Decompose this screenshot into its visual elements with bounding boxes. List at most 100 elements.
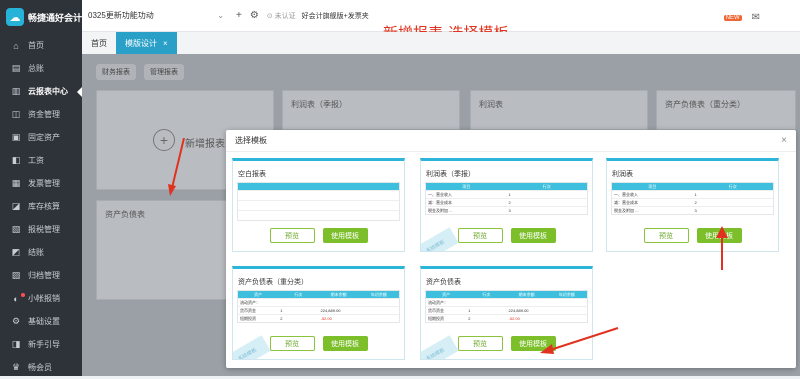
use-template-button[interactable]: 使用模板	[510, 228, 556, 243]
sidebar-item-label: 发票管理	[28, 179, 60, 188]
table-row: 税金及附加 ... 3	[426, 206, 587, 214]
add-icon[interactable]: +	[236, 10, 242, 21]
company-name: 0325更新功能功动	[88, 11, 154, 20]
sidebar-item-inventory[interactable]: ◪ 库存核算	[0, 195, 82, 218]
table-cell: 减：营业成本	[614, 199, 638, 205]
table-cell: 税金及附加 ...	[614, 207, 639, 213]
table-cell: 2	[508, 200, 511, 205]
close-icon[interactable]: ×	[781, 135, 787, 146]
table-row	[238, 200, 399, 210]
template-actions: 预览 使用模板	[421, 228, 592, 243]
sidebar-item-ledger[interactable]: ▤ 总账	[0, 57, 82, 80]
table-cell: 1	[508, 192, 511, 197]
template-title: 资产负债表	[426, 279, 461, 286]
table-header-cell: 年初余额	[558, 291, 575, 297]
template-title: 利润表（季报）	[426, 171, 475, 178]
message-icon[interactable]: ✉	[752, 12, 760, 23]
table-row	[238, 210, 399, 220]
fund-icon: ◫	[11, 109, 21, 119]
sidebar-item-expense[interactable]: ◐ 小帐报销	[0, 287, 82, 310]
table-cell: 一、营业收入	[614, 191, 638, 197]
table-cell: 224,889.00	[508, 308, 529, 313]
use-template-button[interactable]: 使用模板	[696, 228, 742, 243]
subtab-management[interactable]: 管理报表	[144, 64, 184, 80]
subtab-financial[interactable]: 财务报表	[96, 64, 136, 80]
table-header-cell: 项目	[462, 183, 471, 189]
preview-button[interactable]: 预览	[457, 228, 503, 243]
template-title: 资产负债表（重分类）	[238, 279, 308, 286]
table-header-cell: 资产	[254, 291, 263, 297]
close-icon: ◩	[11, 247, 21, 257]
sidebar-item-fund[interactable]: ◫ 资金管理	[0, 103, 82, 126]
notification-dot	[21, 293, 25, 297]
sidebar-item-guide[interactable]: ◨ 新手引导	[0, 333, 82, 356]
tab-template-design[interactable]: 模版设计 ×	[116, 32, 177, 54]
ledger-icon: ▤	[11, 63, 21, 73]
new-badge-icon[interactable]: NEW	[723, 14, 742, 21]
table-cell: 2	[280, 316, 283, 321]
table-row: 一、营业收入 1	[612, 190, 773, 198]
table-header-cell: 行次	[294, 291, 303, 297]
sidebar-item-label: 总账	[28, 64, 44, 73]
table-header-cell: 资产	[442, 291, 451, 297]
bg-card-title: 资产负债表	[105, 210, 145, 219]
report-subtabs: 财务报表 管理报表	[96, 64, 184, 80]
top-right-tools: NEW ✉	[723, 12, 760, 23]
template-card: 利润表（季报） 项目 行次 一、营业收入 1 减：营业成本 2 税金及附加 ... 3 系统模板 …	[420, 158, 593, 252]
table-cell: 流动资产：	[240, 299, 260, 305]
use-template-button[interactable]: 使用模板	[322, 336, 368, 351]
sidebar-item-invoice[interactable]: ▦ 发票管理	[0, 172, 82, 195]
table-row: 流动资产：	[426, 298, 587, 306]
table-cell: 1	[468, 308, 471, 313]
preview-button[interactable]: 预览	[269, 228, 315, 243]
table-row	[238, 190, 399, 200]
sidebar-item-close[interactable]: ◩ 结账	[0, 241, 82, 264]
sidebar-item-home[interactable]: ⌂ 首页	[0, 34, 82, 57]
preview-button[interactable]: 预览	[643, 228, 689, 243]
use-template-button[interactable]: 使用模板	[322, 228, 368, 243]
sidebar-item-chart[interactable]: ▥ 云报表中心	[0, 80, 82, 103]
blank-table-preview	[237, 182, 400, 221]
plus-icon: +	[153, 129, 175, 151]
cert-status[interactable]: ⊙ 未认证	[267, 11, 296, 21]
table-header: 项目 行次	[426, 183, 587, 190]
sidebar-item-salary[interactable]: ◧ 工资	[0, 149, 82, 172]
table-cell: -52.00	[320, 316, 332, 321]
preview-button[interactable]: 预览	[269, 336, 315, 351]
table-header-cell: 期末余额	[518, 291, 535, 297]
guide-icon: ◨	[11, 339, 21, 349]
sidebar-item-settings[interactable]: ⚙ 基础设置	[0, 310, 82, 333]
table-cell: 一、营业收入	[428, 191, 452, 197]
table-cell: 2	[468, 316, 471, 321]
template-actions: 预览 使用模板	[607, 228, 778, 243]
sidebar-item-asset[interactable]: ▣ 固定资产	[0, 126, 82, 149]
chevron-down-icon: ⌄	[217, 11, 224, 20]
company-selector[interactable]: 0325更新功能功动 ⌄	[88, 10, 228, 21]
sidebar-item-tax[interactable]: ▧ 报税管理	[0, 218, 82, 241]
bg-card-title: 利润表（季报）	[291, 100, 347, 109]
use-template-button[interactable]: 使用模板	[510, 336, 556, 351]
table-row: 流动资产：	[238, 298, 399, 306]
table-preview: 项目 行次 一、营业收入 1 减：营业成本 2 税金及附加 ... 3	[611, 182, 774, 215]
table-header	[238, 183, 399, 190]
table-cell: 货币资金	[428, 307, 444, 313]
inventory-icon: ◪	[11, 201, 21, 211]
table-preview: 项目 行次 一、营业收入 1 减：营业成本 2 税金及附加 ... 3	[425, 182, 588, 215]
close-tab-icon[interactable]: ×	[163, 39, 168, 48]
table-header-cell: 行次	[482, 291, 491, 297]
tab-home[interactable]: 首页	[82, 32, 116, 54]
asset-icon: ▣	[11, 132, 21, 142]
table-cell: 1	[694, 192, 697, 197]
sidebar-item-label: 工资	[28, 156, 44, 165]
sidebar-item-archive[interactable]: ▨ 归档管理	[0, 264, 82, 287]
preview-button[interactable]: 预览	[457, 336, 503, 351]
archive-icon: ▨	[11, 270, 21, 280]
table-cell: 1	[280, 308, 283, 313]
template-actions: 预览 使用模板	[421, 336, 592, 351]
sidebar-item-label: 固定资产	[28, 133, 60, 142]
table-header-cell: 期末余额	[330, 291, 347, 297]
gear-icon[interactable]: ⚙	[250, 10, 259, 21]
table-cell: 流动资产：	[428, 299, 448, 305]
member-icon: ♛	[11, 362, 21, 372]
bg-card-title: 资产负债表（重分类）	[665, 100, 745, 109]
